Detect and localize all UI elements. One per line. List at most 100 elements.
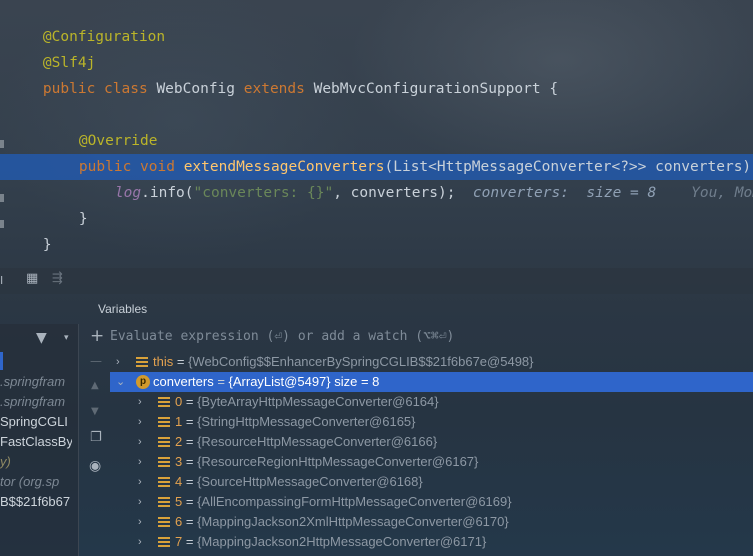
frame-item[interactable]: .springfram	[0, 372, 72, 392]
variable-row[interactable]: › 5 = {AllEncompassingFormHttpMessageConv…	[110, 492, 753, 512]
variable-value: {MappingJackson2HttpMessageConverter@617…	[197, 534, 487, 549]
equals-sign: =	[182, 394, 198, 409]
variable-text: 4 = {SourceHttpMessageConverter@6168}	[175, 472, 423, 492]
field-icon	[158, 417, 170, 427]
chevron-right-icon[interactable]: ›	[138, 492, 142, 512]
frames-panel[interactable]: ▼ ▾ .springfram .springfram SpringCGLI F…	[0, 324, 79, 556]
keyword: class	[104, 81, 148, 97]
chevron-right-icon[interactable]: ›	[138, 512, 142, 532]
equals-sign: =	[182, 454, 198, 469]
variable-row[interactable]: › 3 = {ResourceRegionHttpMessageConverter…	[110, 452, 753, 472]
threads-icon[interactable]: ⇶	[52, 271, 63, 286]
fold-marker-icon[interactable]	[0, 194, 4, 202]
brace: {	[549, 81, 559, 97]
chevron-down-icon[interactable]: ▾	[64, 333, 69, 343]
field-icon	[158, 457, 170, 467]
equals-sign: =	[182, 414, 198, 429]
frame-item[interactable]: tor (org.sp	[0, 472, 72, 492]
variable-value: {SourceHttpMessageConverter@6168}	[197, 474, 423, 489]
variable-value: {ResourceRegionHttpMessageConverter@6167…	[197, 454, 479, 469]
field-icon	[158, 397, 170, 407]
variable-text: 6 = {MappingJackson2XmlHttpMessageConver…	[175, 512, 509, 532]
copy-icon[interactable]: ❐	[90, 430, 102, 445]
minus-icon[interactable]: —	[90, 354, 102, 368]
filter-icon[interactable]: ▼	[36, 330, 47, 346]
variable-row[interactable]: › 1 = {StringHttpMessageConverter@6165}	[110, 412, 753, 432]
selected-frame-indicator	[0, 352, 3, 370]
equals-sign: =	[182, 474, 198, 489]
variable-name: converters	[153, 374, 214, 389]
cursor-icon[interactable]: I	[0, 274, 3, 287]
equals-sign: =	[173, 354, 189, 369]
variable-name: this	[153, 354, 174, 369]
equals-sign: =	[182, 434, 198, 449]
code-line-9: }	[8, 206, 753, 253]
variable-value: {MappingJackson2XmlHttpMessageConverter@…	[197, 514, 509, 529]
parameter-icon: p	[136, 375, 150, 389]
frame-item[interactable]: SpringCGLI	[0, 412, 72, 432]
field-icon	[158, 437, 170, 447]
chevron-right-icon[interactable]: ›	[116, 352, 120, 372]
variable-text: 5 = {AllEncompassingFormHttpMessageConve…	[175, 492, 512, 512]
keyword: public	[42, 81, 96, 97]
chevron-right-icon[interactable]: ›	[138, 452, 142, 472]
variable-text: 1 = {StringHttpMessageConverter@6165}	[175, 412, 416, 432]
debugger-toolbar: I ▦ ⇶	[0, 268, 753, 294]
chevron-right-icon[interactable]: ›	[138, 472, 142, 492]
code-line-2: @Slf4j	[8, 24, 753, 71]
variable-text: 2 = {ResourceHttpMessageConverter@6166}	[175, 432, 437, 452]
variables-title: Variables	[98, 302, 148, 316]
add-watch-icon[interactable]: +	[90, 326, 104, 346]
variable-row[interactable]: › 4 = {SourceHttpMessageConverter@6168}	[110, 472, 753, 492]
variable-value: {StringHttpMessageConverter@6165}	[197, 414, 416, 429]
move-down-icon[interactable]: ▼	[91, 406, 99, 417]
fold-marker-icon[interactable]	[0, 140, 4, 148]
fold-marker-icon[interactable]	[0, 220, 4, 228]
variable-text: 3 = {ResourceRegionHttpMessageConverter@…	[175, 452, 478, 472]
field-icon	[136, 357, 148, 367]
equals-sign: =	[213, 374, 229, 389]
code-line-1: @Configuration	[8, 0, 753, 45]
chevron-right-icon[interactable]: ›	[138, 392, 142, 412]
variable-value: {ArrayList@5497} size = 8	[228, 374, 380, 389]
closing-brace: }	[42, 237, 52, 253]
keyword: extends	[243, 81, 305, 97]
equals-sign: =	[182, 494, 198, 509]
code-editor[interactable]: @Configuration @Slf4j public class WebCo…	[0, 0, 753, 270]
variable-row[interactable]: › 6 = {MappingJackson2XmlHttpMessageConve…	[110, 512, 753, 532]
table-icon[interactable]: ▦	[26, 271, 38, 286]
code-line-6: public void extendMessageConverters(List…	[44, 128, 753, 175]
frame-item[interactable]: .springfram	[0, 392, 72, 412]
view-icon[interactable]: ◉	[89, 458, 101, 474]
variable-text: 7 = {MappingJackson2HttpMessageConverter…	[175, 532, 486, 552]
equals-sign: =	[182, 534, 198, 549]
evaluate-expression-input[interactable]: Evaluate expression (⏎) or add a watch (…	[110, 326, 753, 348]
code-line-8: }	[44, 180, 753, 227]
frame-item[interactable]: FastClassBy	[0, 432, 72, 452]
field-icon	[158, 497, 170, 507]
variable-value: {AllEncompassingFormHttpMessageConverter…	[197, 494, 512, 509]
chevron-right-icon[interactable]: ›	[138, 432, 142, 452]
chevron-right-icon[interactable]: ›	[138, 412, 142, 432]
variable-row[interactable]: › 0 = {ByteArrayHttpMessageConverter@6164…	[110, 392, 753, 412]
variable-value: {WebConfig$$EnhancerBySpringCGLIB$$21f6b…	[188, 354, 534, 369]
variable-row[interactable]: ⌄ p converters = {ArrayList@5497} size = 8	[110, 372, 753, 392]
variable-value: {ResourceHttpMessageConverter@6166}	[197, 434, 438, 449]
code-line-7: log.info("converters: {}", converters); …	[80, 154, 753, 201]
variable-text: this = {WebConfig$$EnhancerBySpringCGLIB…	[153, 352, 534, 372]
field-icon	[158, 477, 170, 487]
variable-row[interactable]: › 2 = {ResourceHttpMessageConverter@6166}	[110, 432, 753, 452]
code-line-5: @Override	[44, 102, 753, 149]
equals-sign: =	[182, 514, 198, 529]
variable-row[interactable]: › this = {WebConfig$$EnhancerBySpringCGLI…	[110, 352, 753, 372]
frame-item[interactable]: y)	[0, 452, 72, 472]
chevron-down-icon[interactable]: ⌄	[116, 372, 125, 392]
chevron-right-icon[interactable]: ›	[138, 532, 142, 552]
frame-item[interactable]: B$$21f6b67	[0, 492, 72, 512]
parent-class: WebMvcConfigurationSupport	[313, 81, 541, 97]
variables-side-toolbar: + — ▲ ▼ ❐ ◉	[84, 324, 110, 556]
variable-value: {ByteArrayHttpMessageConverter@6164}	[197, 394, 439, 409]
move-up-icon[interactable]: ▲	[91, 380, 99, 391]
field-icon	[158, 537, 170, 547]
variable-row[interactable]: › 7 = {MappingJackson2HttpMessageConverte…	[110, 532, 753, 552]
